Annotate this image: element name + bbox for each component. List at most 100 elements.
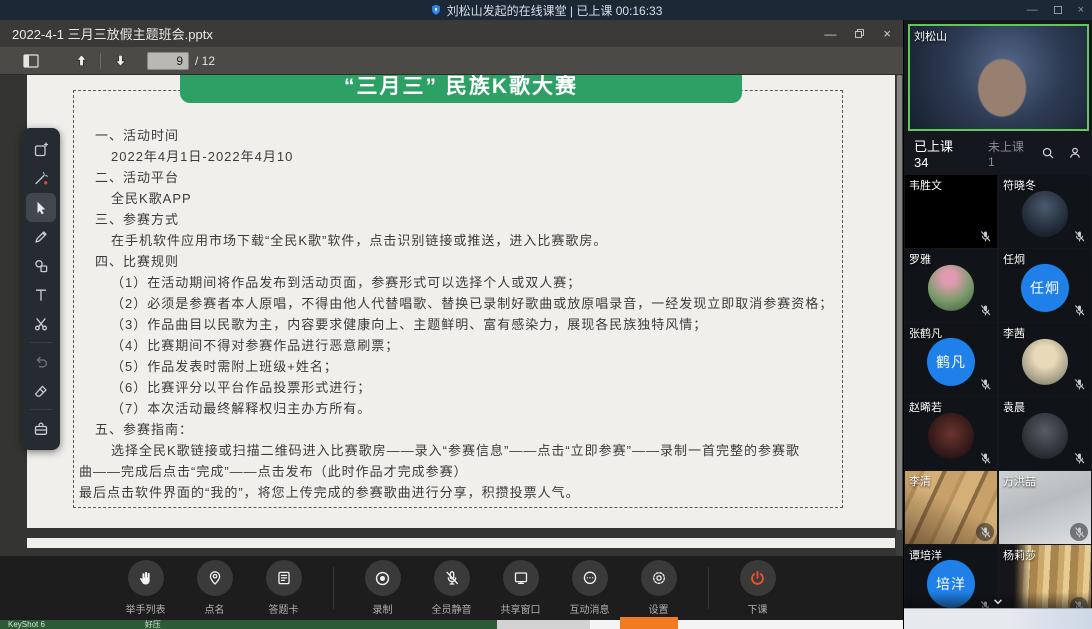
member-icon[interactable] [1068,146,1082,160]
teacher-video-tile[interactable]: 刘松山 [908,24,1089,131]
power-icon [740,560,776,596]
slide-text-line: 一、活动时间 [27,125,895,146]
prev-page-button[interactable] [68,50,94,72]
background-window-fragment[interactable] [590,620,903,629]
control-button-label: 举手列表 [126,601,166,616]
mic-off-icon [1070,449,1088,467]
control-button-label: 点名 [205,601,225,616]
share-window-icon [503,560,539,596]
slide-text-line: 最后点击软件界面的“我的”，将您上传完成的参赛歌曲进行分享，积攒投票人气。 [27,482,895,503]
close-button[interactable]: × [1078,5,1084,16]
ppt-minimize-button[interactable]: — [824,27,836,41]
answer-card-icon [266,560,302,596]
laser-pointer-icon[interactable] [26,164,56,193]
page-number-input[interactable] [147,52,189,70]
pen-icon[interactable] [26,222,56,251]
maximize-button[interactable] [1054,6,1062,14]
mic-off-icon [976,449,994,467]
student-name: 赵晞若 [909,399,942,415]
background-app-label[interactable]: KeyShot 6 [8,620,45,629]
slide-text-line: 四、比赛规则 [27,251,895,272]
slide-title-banner: “三月三” 民族K歌大赛 [180,75,742,103]
text-icon[interactable] [26,280,56,309]
student-tile[interactable]: 李清 [905,471,997,544]
student-tile[interactable]: 韦胜文 [905,175,997,248]
student-tile[interactable]: 任炯任炯 [999,249,1091,322]
slide-text-line: 曲——完成后点击“完成”——点击发布（此时作品才完成参赛） [27,461,895,482]
sidebar-toggle-icon[interactable] [18,50,44,72]
student-name: 袁晨 [1003,399,1025,415]
power-button[interactable]: 下课 [730,560,786,616]
slide-text-line: 在手机软件应用市场下载“全民K歌”软件，点击识别链接或推送，进入比赛歌房。 [27,230,895,251]
answer-card-button[interactable]: 答题卡 [256,560,312,616]
undo-icon[interactable] [26,347,56,376]
cursor-icon[interactable] [26,193,56,222]
student-name: 张鹤凡 [909,325,942,341]
slide-scrollbar-thumb[interactable] [897,75,902,530]
app-window: 刘松山发起的在线课堂 | 已上课 00:16:33 — × 2022-4-1 三… [0,0,1092,629]
slide-scrollbar[interactable] [896,75,903,556]
background-app-label[interactable]: 好压 [145,620,161,629]
student-tile[interactable]: 李茜 [999,323,1091,396]
student-grid-wrap: 韦胜文符晓冬罗雅任炯任炯张鹤凡鹤凡李茜赵晞若袁晨李清万洪喆谭培洋培洋杨莉莎 [904,175,1092,608]
record-button[interactable]: 录制 [355,560,411,616]
settings-button[interactable]: 设置 [631,560,687,616]
avatar [1022,338,1068,384]
slide-text-line: 五、参赛指南： [27,419,895,440]
student-name: 罗雅 [909,251,931,267]
tab-not-in-class[interactable]: 未上课1 [988,138,1028,169]
roll-call-icon [197,560,233,596]
student-tile[interactable]: 赵晞若 [905,397,997,470]
ppt-titlebar: 2022-4-1 三月三放假主题班会.pptx — × [0,20,903,47]
tab-in-class[interactable]: 已上课34 [914,136,964,170]
scissors-icon[interactable] [26,309,56,338]
next-page-button[interactable] [107,50,133,72]
control-button-label: 互动消息 [570,601,610,616]
background-taskbar[interactable]: KeyShot 6 好压 [0,620,497,629]
background-window-fragment[interactable] [497,620,590,629]
chat-icon [572,560,608,596]
mic-off-icon [1070,523,1088,541]
control-button-label: 录制 [373,601,393,616]
ppt-nav-toolbar: / 12 [0,47,903,75]
background-orange-window[interactable] [620,617,678,629]
mute-all-button[interactable]: 全员静音 [424,560,480,616]
more-students-indicator[interactable] [904,592,1092,608]
shapes-icon[interactable] [26,251,56,280]
mic-off-icon [976,227,994,245]
slide-body-text: 一、活动时间2022年4月1日-2022年4月10二、活动平台全民K歌APP三、… [27,125,895,503]
slide-text-line: （7）本次活动最终解释权归主办方所有。 [27,398,895,419]
toolbox-icon[interactable] [26,414,56,443]
student-tile[interactable]: 张鹤凡鹤凡 [905,323,997,396]
new-window-icon[interactable] [26,135,56,164]
page-total: / 12 [195,54,215,68]
ppt-restore-button[interactable] [854,28,865,39]
mic-off-icon [976,375,994,393]
search-icon[interactable] [1041,146,1055,160]
raise-hand-button[interactable]: 举手列表 [118,560,174,616]
share-window-button[interactable]: 共享窗口 [493,560,549,616]
roll-call-button[interactable]: 点名 [187,560,243,616]
student-tile[interactable]: 袁晨 [999,397,1091,470]
ppt-close-button[interactable]: × [883,26,891,41]
chat-button[interactable]: 互动消息 [562,560,618,616]
eraser-icon[interactable] [26,376,56,405]
avatar [928,412,974,458]
ppt-filename: 2022-4-1 三月三放假主题班会.pptx [12,24,824,43]
student-tile[interactable]: 罗雅 [905,249,997,322]
slide-text-line: 2022年4月1日-2022年4月10 [27,146,895,167]
next-slide-edge [27,538,895,548]
student-tile[interactable]: 万洪喆 [999,471,1091,544]
student-tile[interactable]: 符晓冬 [999,175,1091,248]
desktop-background-sliver: KeyShot 6 好压 [0,620,903,629]
chevron-down-icon [991,596,1005,608]
minimize-button[interactable]: — [1027,5,1038,16]
avatar: 任炯 [1021,263,1069,311]
security-shield-icon [430,4,442,16]
slide-text-line: 三、参赛方式 [27,209,895,230]
avatar: 鹤凡 [927,337,975,385]
student-name: 符晓冬 [1003,177,1036,193]
control-button-label: 答题卡 [269,601,299,616]
slide-text-line: （1）在活动期间将作品发布到活动页面，参赛形式可以选择个人或双人赛； [27,272,895,293]
slide-text-line: （3）作品曲目以民歌为主，内容要求健康向上、主题鲜明、富有感染力，展现各民族独特… [27,314,895,335]
